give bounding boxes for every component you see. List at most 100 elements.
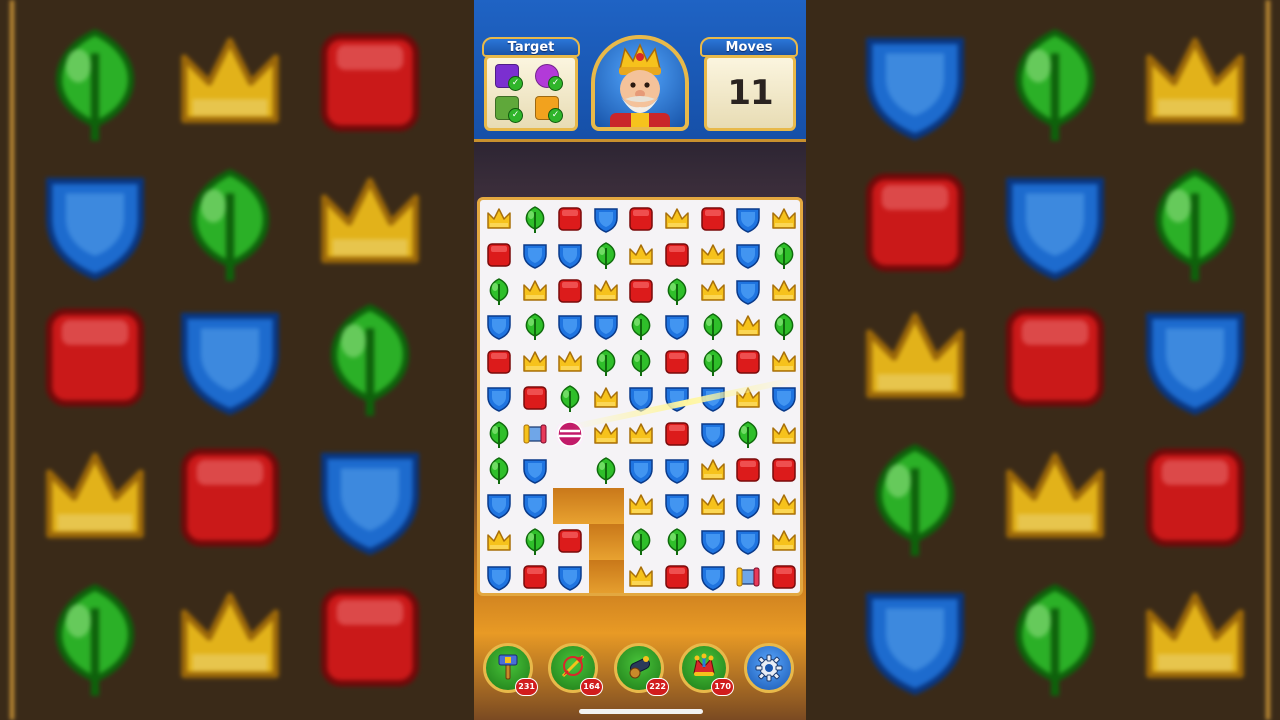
crown-tile[interactable] bbox=[518, 345, 552, 379]
red-block-tile[interactable] bbox=[660, 345, 694, 379]
home-indicator[interactable] bbox=[579, 709, 703, 714]
jester-hat-booster-button[interactable]: 170 bbox=[679, 643, 734, 696]
leaf-tile[interactable] bbox=[518, 202, 552, 236]
leaf-tile[interactable] bbox=[589, 238, 623, 272]
red-block-tile[interactable] bbox=[660, 238, 694, 272]
crown-tile[interactable] bbox=[696, 488, 730, 522]
rocket-tile[interactable] bbox=[518, 417, 552, 451]
crown-tile[interactable] bbox=[553, 345, 587, 379]
red-block-tile[interactable] bbox=[731, 345, 765, 379]
shield-tile[interactable] bbox=[660, 309, 694, 343]
leaf-tile[interactable] bbox=[482, 453, 516, 487]
crown-tile[interactable] bbox=[589, 274, 623, 308]
crown-tile[interactable] bbox=[482, 202, 516, 236]
shield-tile[interactable] bbox=[660, 488, 694, 522]
crown-tile[interactable] bbox=[696, 274, 730, 308]
crown-tile[interactable] bbox=[767, 202, 800, 236]
shield-tile[interactable] bbox=[553, 560, 587, 593]
red-block-tile[interactable] bbox=[553, 202, 587, 236]
shield-tile[interactable] bbox=[482, 309, 516, 343]
red-block-tile[interactable] bbox=[482, 345, 516, 379]
red-block-tile[interactable] bbox=[731, 453, 765, 487]
shield-tile[interactable] bbox=[696, 560, 730, 593]
shield-tile[interactable] bbox=[624, 453, 658, 487]
red-block-tile[interactable] bbox=[660, 417, 694, 451]
leaf-tile[interactable] bbox=[624, 309, 658, 343]
crown-tile[interactable] bbox=[624, 488, 658, 522]
crown-tile[interactable] bbox=[624, 238, 658, 272]
background-crown-tile bbox=[1130, 575, 1260, 700]
shield-tile[interactable] bbox=[731, 238, 765, 272]
red-block-tile[interactable] bbox=[624, 274, 658, 308]
shield-tile[interactable] bbox=[589, 309, 623, 343]
board-hole bbox=[553, 452, 589, 489]
leaf-tile[interactable] bbox=[696, 345, 730, 379]
shield-tile[interactable] bbox=[731, 488, 765, 522]
red-block-tile[interactable] bbox=[518, 560, 552, 593]
leaf-tile[interactable] bbox=[482, 417, 516, 451]
red-block-tile[interactable] bbox=[482, 238, 516, 272]
crown-tile[interactable] bbox=[660, 202, 694, 236]
leaf-tile[interactable] bbox=[731, 417, 765, 451]
shield-tile[interactable] bbox=[731, 202, 765, 236]
shield-tile[interactable] bbox=[482, 488, 516, 522]
shield-tile[interactable] bbox=[518, 238, 552, 272]
red-block-tile[interactable] bbox=[696, 202, 730, 236]
crown-tile[interactable] bbox=[696, 453, 730, 487]
leaf-tile[interactable] bbox=[696, 309, 730, 343]
leaf-tile[interactable] bbox=[624, 345, 658, 379]
shield-tile[interactable] bbox=[589, 202, 623, 236]
leaf-tile[interactable] bbox=[624, 524, 658, 558]
board-hole bbox=[588, 488, 625, 525]
crown-tile[interactable] bbox=[767, 274, 800, 308]
leaf-tile[interactable] bbox=[589, 345, 623, 379]
leaf-tile[interactable] bbox=[553, 381, 587, 415]
leaf-tile[interactable] bbox=[482, 274, 516, 308]
arrow-booster-button[interactable]: 164 bbox=[548, 643, 603, 696]
red-block-tile[interactable] bbox=[767, 560, 800, 593]
background-red-block-tile bbox=[305, 575, 435, 700]
cannon-booster-button[interactable]: 222 bbox=[614, 643, 669, 696]
booster-count-badge: 231 bbox=[515, 678, 538, 696]
shield-tile[interactable] bbox=[553, 309, 587, 343]
red-block-tile[interactable] bbox=[553, 274, 587, 308]
checkmark-icon: ✓ bbox=[508, 108, 523, 123]
crown-tile[interactable] bbox=[518, 274, 552, 308]
crown-tile[interactable] bbox=[696, 238, 730, 272]
crown-tile[interactable] bbox=[589, 381, 623, 415]
shield-tile[interactable] bbox=[696, 417, 730, 451]
crown-tile[interactable] bbox=[767, 488, 800, 522]
red-block-tile[interactable] bbox=[624, 202, 658, 236]
crown-tile[interactable] bbox=[624, 417, 658, 451]
crown-tile[interactable] bbox=[482, 524, 516, 558]
red-block-tile[interactable] bbox=[518, 381, 552, 415]
leaf-tile[interactable] bbox=[660, 274, 694, 308]
shield-tile[interactable] bbox=[482, 381, 516, 415]
leaf-tile[interactable] bbox=[589, 453, 623, 487]
shield-tile[interactable] bbox=[731, 274, 765, 308]
red-block-tile[interactable] bbox=[767, 453, 800, 487]
shield-tile[interactable] bbox=[696, 524, 730, 558]
game-board[interactable] bbox=[477, 197, 803, 596]
shield-tile[interactable] bbox=[518, 453, 552, 487]
hammer-booster-button[interactable]: 231 bbox=[483, 643, 538, 696]
shield-tile[interactable] bbox=[731, 524, 765, 558]
leaf-tile[interactable] bbox=[518, 309, 552, 343]
crown-tile[interactable] bbox=[624, 560, 658, 593]
shield-tile[interactable] bbox=[518, 488, 552, 522]
leaf-tile[interactable] bbox=[660, 524, 694, 558]
shield-tile[interactable] bbox=[660, 453, 694, 487]
shield-tile[interactable] bbox=[553, 238, 587, 272]
crown-tile[interactable] bbox=[767, 345, 800, 379]
settings-button[interactable] bbox=[744, 643, 794, 693]
red-block-tile[interactable] bbox=[660, 560, 694, 593]
leaf-tile[interactable] bbox=[518, 524, 552, 558]
shield-tile[interactable] bbox=[482, 560, 516, 593]
crown-tile[interactable] bbox=[767, 417, 800, 451]
crown-tile[interactable] bbox=[767, 524, 800, 558]
red-block-tile[interactable] bbox=[553, 524, 587, 558]
leaf-tile[interactable] bbox=[767, 309, 800, 343]
rocket-tile[interactable] bbox=[731, 560, 765, 593]
crown-tile[interactable] bbox=[731, 309, 765, 343]
leaf-tile[interactable] bbox=[767, 238, 800, 272]
